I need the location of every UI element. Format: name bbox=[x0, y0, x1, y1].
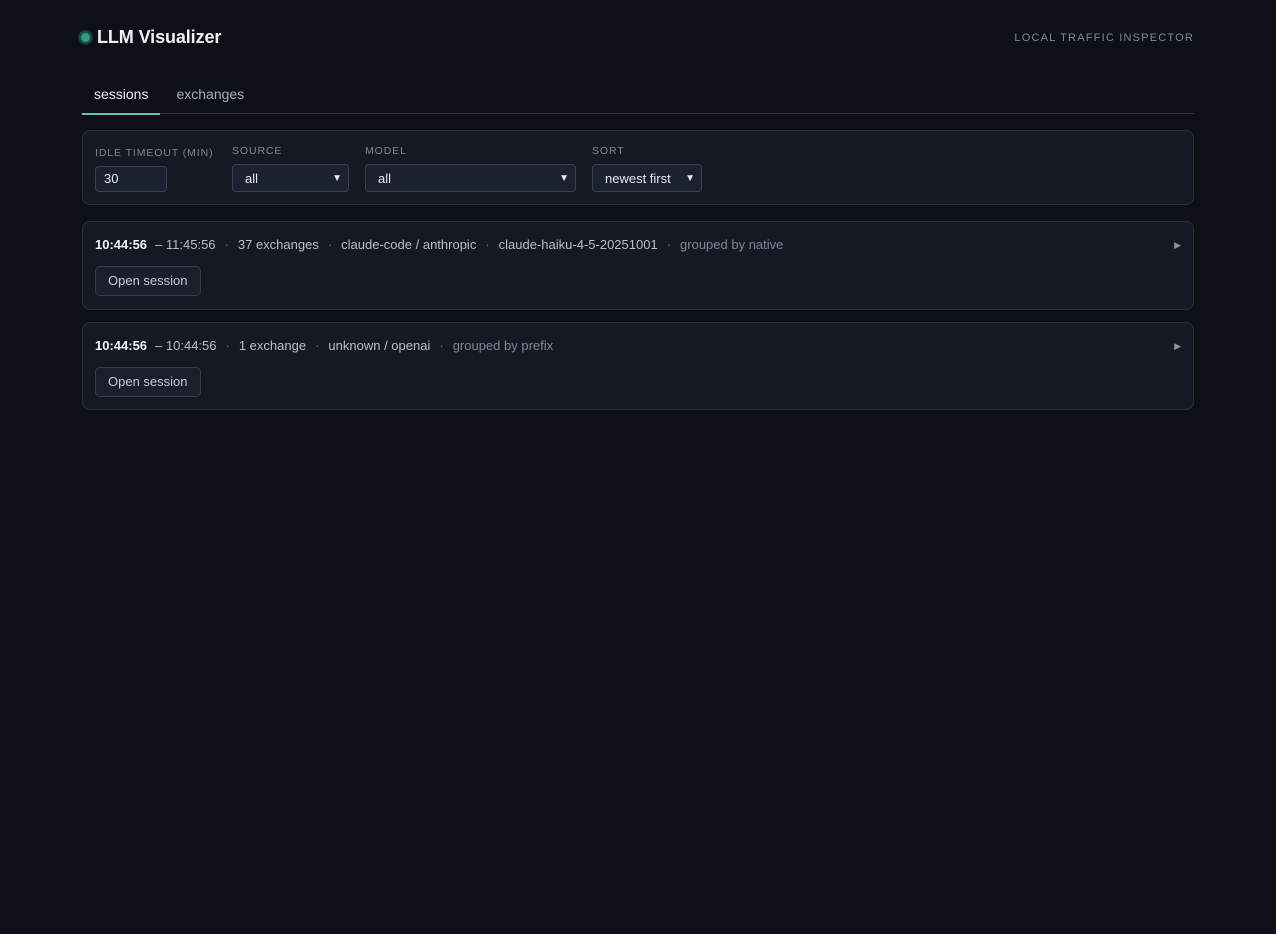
separator: · bbox=[225, 338, 230, 353]
open-session-button[interactable]: Open session bbox=[95, 266, 201, 296]
separator: · bbox=[485, 237, 490, 252]
session-exchange-count: 1 exchange bbox=[238, 338, 307, 353]
session-start-time: 10:44:56 bbox=[95, 338, 148, 353]
tab-bar: sessions exchanges bbox=[82, 76, 1194, 115]
sort-select-value: newest first bbox=[605, 170, 671, 186]
header: LLM Visualizer LOCAL TRAFFIC INSPECTOR bbox=[79, 0, 1194, 76]
session-model: claude-haiku-4-5-20251001 bbox=[498, 237, 658, 252]
chevron-down-icon: ▼ bbox=[685, 172, 695, 184]
chevron-down-icon: ▼ bbox=[332, 172, 342, 184]
tab-exchanges[interactable]: exchanges bbox=[164, 76, 256, 114]
model-field: MODEL all ▼ bbox=[365, 145, 576, 192]
session-end-time: – 10:44:56 bbox=[155, 338, 217, 353]
brand: LLM Visualizer bbox=[79, 27, 221, 48]
session-grouping: grouped by prefix bbox=[452, 338, 554, 353]
status-dot-icon bbox=[79, 31, 92, 44]
separator: · bbox=[224, 237, 229, 252]
model-label: MODEL bbox=[365, 145, 407, 157]
idle-timeout-label: IDLE TIMEOUT (MIN) bbox=[95, 147, 214, 159]
app-title: LLM Visualizer bbox=[97, 27, 222, 47]
tab-sessions[interactable]: sessions bbox=[82, 76, 161, 115]
session-exchange-count: 37 exchanges bbox=[237, 237, 319, 252]
sort-select[interactable]: newest first ▼ bbox=[592, 164, 702, 192]
filter-bar: IDLE TIMEOUT (MIN) 30 SOURCE all ▼ MODEL… bbox=[82, 130, 1194, 205]
session-summary: 10:44:56 – 11:45:56 · 37 exchanges · cla… bbox=[95, 237, 1181, 252]
model-select[interactable]: all ▼ bbox=[365, 164, 576, 192]
app-subtitle: LOCAL TRAFFIC INSPECTOR bbox=[1014, 32, 1194, 44]
separator: · bbox=[666, 237, 672, 252]
separator: · bbox=[327, 237, 333, 252]
idle-timeout-field: IDLE TIMEOUT (MIN) 30 bbox=[95, 145, 213, 192]
chevron-down-icon: ▼ bbox=[559, 172, 569, 184]
app: LLM Visualizer LOCAL TRAFFIC INSPECTOR s… bbox=[79, 0, 1194, 410]
open-session-button[interactable]: Open session bbox=[95, 367, 201, 397]
separator: · bbox=[439, 338, 444, 353]
session-source: unknown / openai bbox=[328, 338, 431, 353]
sort-label: SORT bbox=[592, 145, 625, 157]
idle-timeout-input[interactable]: 30 bbox=[95, 166, 167, 192]
session-end-time: – 11:45:56 bbox=[155, 237, 216, 252]
source-select-value: all bbox=[245, 170, 259, 186]
source-field: SOURCE all ▼ bbox=[232, 145, 349, 192]
session-grouping: grouped by native bbox=[680, 237, 784, 252]
session-card[interactable]: 10:44:56 – 10:44:56 · 1 exchange · unkno… bbox=[82, 322, 1194, 410]
sort-field: SORT newest first ▼ bbox=[592, 145, 702, 192]
separator: · bbox=[315, 338, 320, 353]
session-source: claude-code / anthropic bbox=[341, 237, 477, 252]
session-summary: 10:44:56 – 10:44:56 · 1 exchange · unkno… bbox=[95, 338, 1181, 353]
expand-triangle-icon[interactable]: ▶ bbox=[1174, 240, 1181, 251]
source-select[interactable]: all ▼ bbox=[232, 164, 349, 192]
model-select-value: all bbox=[378, 170, 392, 186]
session-card[interactable]: 10:44:56 – 11:45:56 · 37 exchanges · cla… bbox=[82, 221, 1194, 310]
expand-triangle-icon[interactable]: ▶ bbox=[1174, 341, 1181, 352]
source-label: SOURCE bbox=[232, 145, 283, 157]
session-start-time: 10:44:56 bbox=[95, 237, 148, 252]
